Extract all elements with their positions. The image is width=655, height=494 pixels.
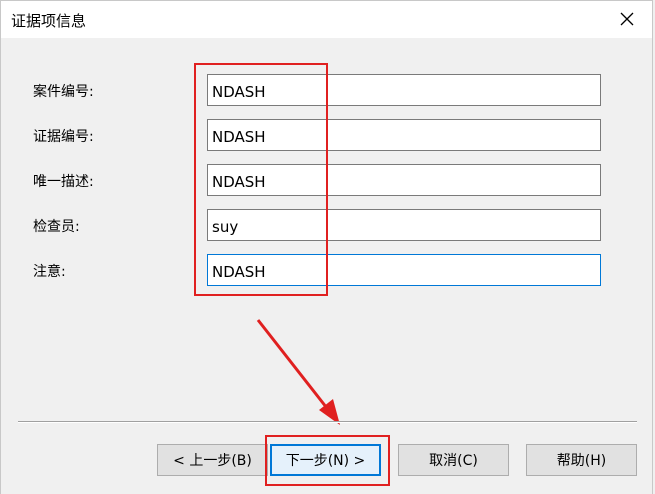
- case-number-input[interactable]: [207, 74, 601, 106]
- window-title: 证据项信息: [11, 12, 87, 30]
- evidence-number-input[interactable]: [207, 119, 601, 151]
- title-bar: 证据项信息: [0, 0, 653, 38]
- next-button[interactable]: 下一步(N) >: [270, 444, 381, 476]
- cancel-button[interactable]: 取消(C): [398, 444, 509, 476]
- case-number-label: 案件编号:: [33, 84, 94, 100]
- back-button[interactable]: < 上一步(B): [157, 444, 268, 476]
- close-icon: [620, 12, 634, 26]
- examiner-label: 检查员:: [33, 219, 80, 235]
- notes-input[interactable]: [207, 254, 601, 286]
- evidence-number-label: 证据编号:: [33, 129, 94, 145]
- unique-description-input[interactable]: [207, 164, 601, 196]
- examiner-input[interactable]: [207, 209, 601, 241]
- help-button[interactable]: 帮助(H): [526, 444, 637, 476]
- close-button[interactable]: [606, 3, 648, 35]
- notes-label: 注意:: [33, 264, 66, 280]
- footer-divider: [18, 421, 637, 423]
- unique-description-label: 唯一描述:: [33, 174, 94, 190]
